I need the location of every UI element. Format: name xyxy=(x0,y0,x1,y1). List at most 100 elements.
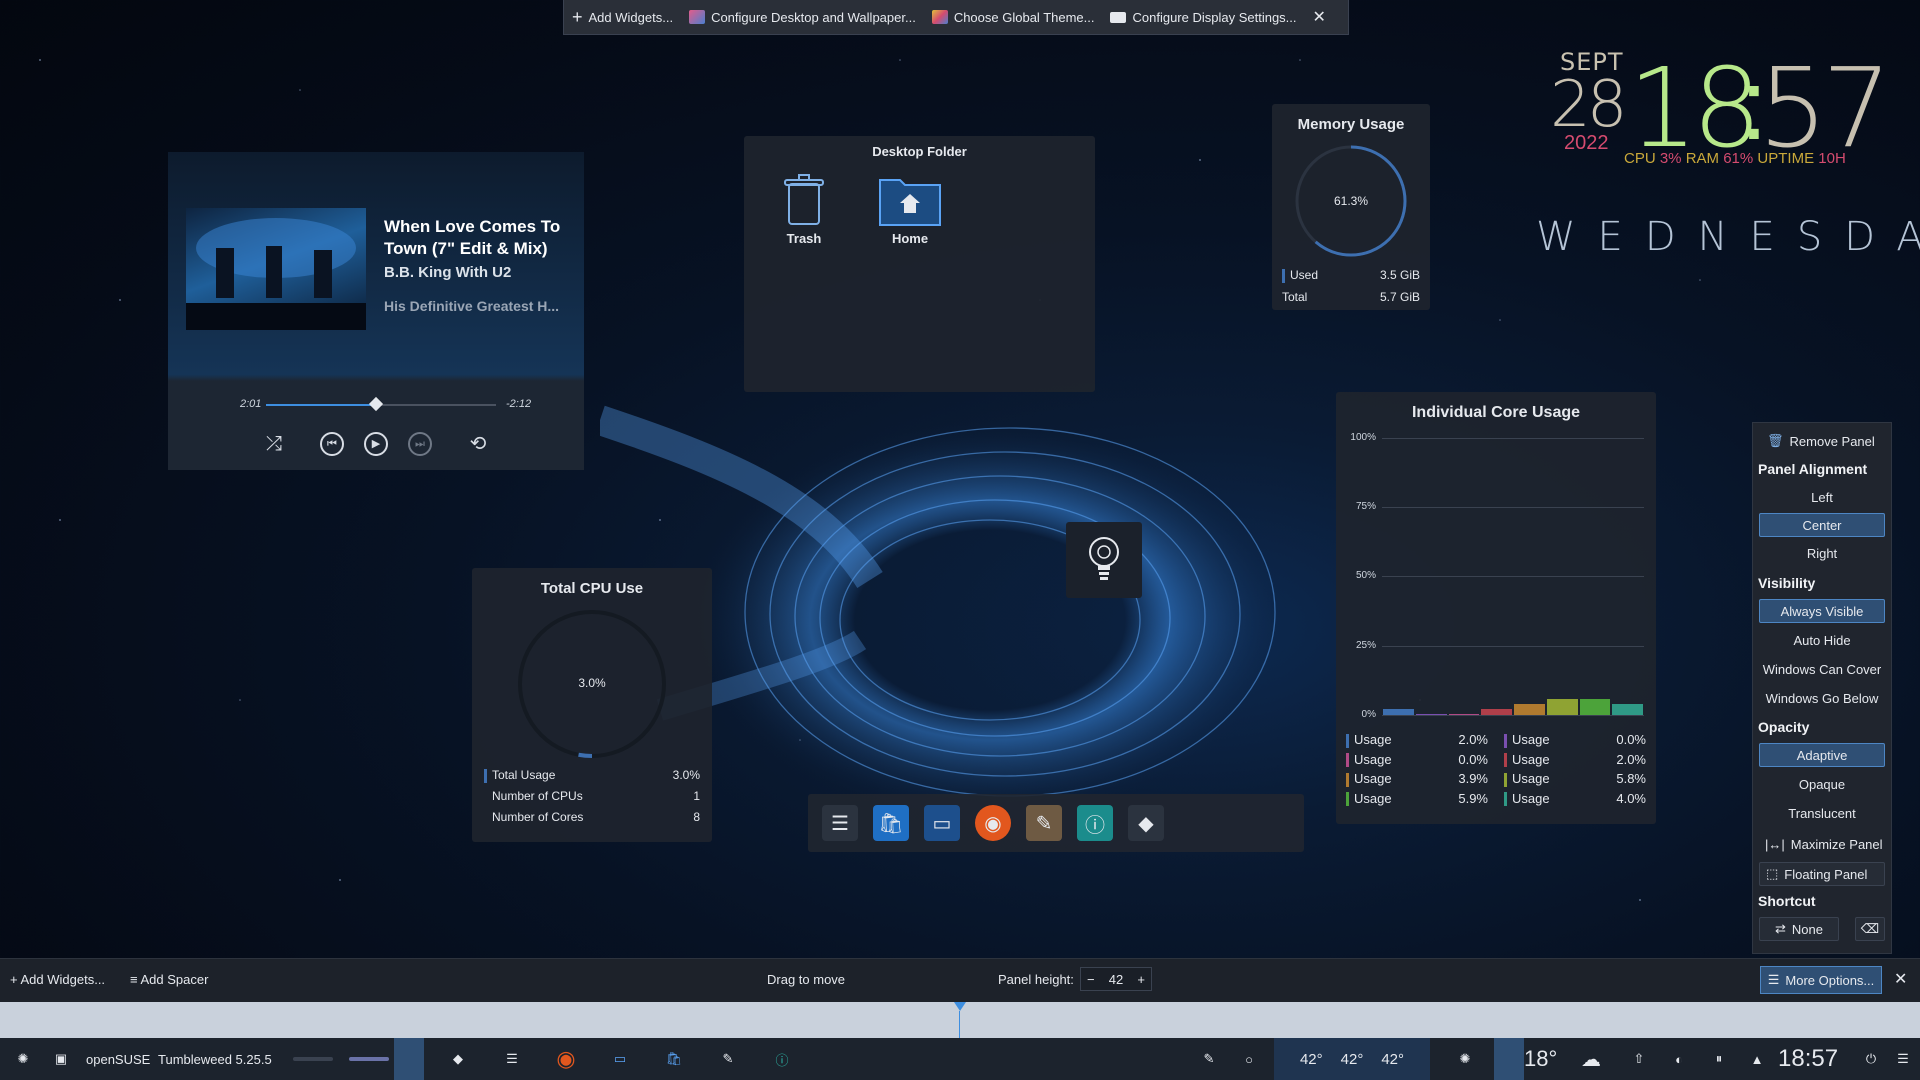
elapsed-time: 2:01 xyxy=(240,398,262,410)
system-settings-launcher[interactable]: ☰ xyxy=(822,805,858,841)
ram-label: RAM xyxy=(1685,150,1720,167)
core-legend-row: Usage 5.9% xyxy=(1346,791,1488,807)
core-legend-label: Usage xyxy=(1346,752,1392,768)
temp-value: 42° xyxy=(1340,1050,1364,1068)
network-button[interactable]: ✺ xyxy=(1450,1038,1480,1080)
media-pause-button[interactable]: ⏸ xyxy=(1706,1038,1732,1080)
brightness-button[interactable]: ◐ xyxy=(1666,1038,1692,1080)
editor-launcher[interactable]: ◆ xyxy=(1128,805,1164,841)
seek-handle[interactable] xyxy=(369,396,384,412)
panel-ruler[interactable] xyxy=(0,1002,1920,1038)
core-legend-text: Usage xyxy=(1354,751,1392,767)
pager-desktop-1[interactable] xyxy=(290,1038,336,1080)
panel-height-value[interactable]: 42 xyxy=(1109,972,1123,987)
previous-button[interactable]: ⏮ xyxy=(320,432,344,456)
align-right-button[interactable]: Right xyxy=(1759,541,1885,565)
add-widgets-button[interactable]: + Add Widgets... xyxy=(564,0,681,34)
floating-panel-button[interactable]: ⬚ Floating Panel xyxy=(1759,862,1885,886)
task-settings[interactable]: ☰ xyxy=(494,1038,530,1080)
cloud-icon: ☁ xyxy=(1581,1048,1601,1071)
plus-icon[interactable]: + xyxy=(1137,972,1145,987)
auto-hide-button[interactable]: Auto Hide xyxy=(1759,628,1885,652)
shortcut-button[interactable]: ⇄ None xyxy=(1759,917,1839,941)
maximize-icon: |↔| xyxy=(1765,836,1785,852)
display-settings-button[interactable]: Configure Display Settings... xyxy=(1102,0,1304,34)
core-bar xyxy=(1514,704,1545,715)
play-button[interactable]: ▶ xyxy=(364,432,388,456)
circle-widget-button[interactable]: ○ xyxy=(1236,1038,1262,1080)
weather-button[interactable]: ☁ xyxy=(1574,1038,1608,1080)
settings-icon: ☰ xyxy=(1897,1051,1909,1066)
panel-height-spinbox[interactable]: − 42 + xyxy=(1080,967,1152,991)
shuffle-button[interactable]: ⤮ xyxy=(260,430,288,458)
app-launcher-button[interactable]: ✺ xyxy=(8,1038,38,1080)
temperature-monitor[interactable]: 42° 42° 42° xyxy=(1274,1038,1430,1080)
tray-expand-button[interactable]: ▲ xyxy=(1746,1038,1768,1080)
repeat-button[interactable]: ⟲ xyxy=(464,430,492,458)
info-center-icon: ⓘ xyxy=(775,1052,789,1068)
gridline xyxy=(1382,715,1644,716)
windows-can-cover-button[interactable]: Windows Can Cover xyxy=(1759,657,1885,681)
close-toolbar-button[interactable]: ✕ xyxy=(1305,0,1334,34)
translucent-button[interactable]: Translucent xyxy=(1759,801,1885,825)
updates-button[interactable]: ⇧ xyxy=(1626,1038,1652,1080)
home-item[interactable]: Home xyxy=(870,172,950,246)
plus-icon: + xyxy=(10,972,21,987)
windows-go-below-button[interactable]: Windows Go Below xyxy=(1759,686,1885,710)
power-button[interactable]: ⏻ xyxy=(1858,1038,1884,1080)
add-spacer-button[interactable]: ≡ Add Spacer xyxy=(130,972,208,987)
discover-launcher[interactable]: 🛍 xyxy=(873,805,909,841)
always-visible-button[interactable]: Always Visible xyxy=(1759,599,1885,623)
panel-alignment-heading: Panel Alignment xyxy=(1758,461,1868,477)
drag-to-move-handle[interactable]: Drag to move xyxy=(767,972,845,987)
color-picker-button[interactable]: ✎ xyxy=(1196,1038,1222,1080)
global-theme-button[interactable]: Choose Global Theme... xyxy=(924,0,1103,34)
maximize-panel-button[interactable]: |↔| Maximize Panel xyxy=(1759,832,1891,856)
core-legend-value: 2.0% xyxy=(1616,751,1646,767)
task-firefox[interactable]: ◉ xyxy=(548,1038,584,1080)
cpu-row-cpus: Number of CPUs 1 xyxy=(492,789,700,803)
taskbar-clock[interactable]: 18:57 xyxy=(1778,1038,1838,1080)
memory-used-row: Used 3.5 GiB xyxy=(1282,268,1420,283)
task-info-center[interactable]: ⓘ xyxy=(764,1038,800,1080)
gimp-launcher[interactable]: ✎ xyxy=(1026,805,1062,841)
remove-panel-button[interactable]: 🗑 Remove Panel xyxy=(1759,429,1893,453)
task-file-manager[interactable]: ▭ xyxy=(602,1038,638,1080)
pager-desktop-2[interactable] xyxy=(346,1038,392,1080)
pager-desktop-3[interactable] xyxy=(394,1038,424,1080)
adaptive-button[interactable]: Adaptive xyxy=(1759,743,1885,767)
trash-item[interactable]: Trash xyxy=(764,172,844,246)
opaque-button[interactable]: Opaque xyxy=(1759,772,1885,796)
align-center-button[interactable]: Center xyxy=(1759,513,1885,537)
plus-icon: + xyxy=(572,6,583,27)
panel-edit-bar: + Add Widgets... ≡ Add Spacer Drag to mo… xyxy=(0,958,1920,1003)
night-light-widget[interactable] xyxy=(1066,522,1142,598)
memory-total-row: Total 5.7 GiB xyxy=(1282,290,1420,302)
used-label: Used xyxy=(1290,268,1319,282)
firefox-launcher[interactable]: ◉ xyxy=(975,805,1011,841)
close-edit-mode-button[interactable]: ✕ xyxy=(1894,969,1907,989)
core-legend-text: Usage xyxy=(1512,732,1550,747)
add-widgets-panel-button[interactable]: + Add Widgets... xyxy=(10,972,105,987)
opensuse-logo-icon: ✺ xyxy=(17,1051,29,1066)
discover-store-icon: 🛍 xyxy=(878,812,904,835)
task-discover[interactable]: 🛍 xyxy=(656,1038,692,1080)
panel-settings-button[interactable]: ☰ xyxy=(1892,1038,1914,1080)
minus-icon[interactable]: − xyxy=(1087,972,1095,987)
file-manager-launcher[interactable]: ▭ xyxy=(924,805,960,841)
more-options-button[interactable]: ☰ More Options... xyxy=(1760,966,1882,994)
task-editor[interactable]: ◆ xyxy=(440,1038,476,1080)
remaining-time: -2:12 xyxy=(506,398,532,410)
next-button[interactable]: ⏭ xyxy=(408,432,432,456)
show-desktop-button[interactable]: ▣ xyxy=(46,1038,76,1080)
configure-desktop-button[interactable]: Configure Desktop and Wallpaper... xyxy=(681,0,924,34)
clear-shortcut-button[interactable]: ⌫ xyxy=(1855,917,1885,941)
display-icon xyxy=(1110,11,1127,23)
core-legend-swatch xyxy=(1504,792,1507,807)
align-left-button[interactable]: Left xyxy=(1759,485,1885,509)
weather-temp[interactable]: 18° xyxy=(1524,1038,1557,1080)
info-center-launcher[interactable]: ⓘ xyxy=(1077,805,1113,841)
task-gimp[interactable]: ✎ xyxy=(710,1038,746,1080)
seek-slider[interactable] xyxy=(266,396,496,412)
center-marker[interactable] xyxy=(954,1002,966,1011)
